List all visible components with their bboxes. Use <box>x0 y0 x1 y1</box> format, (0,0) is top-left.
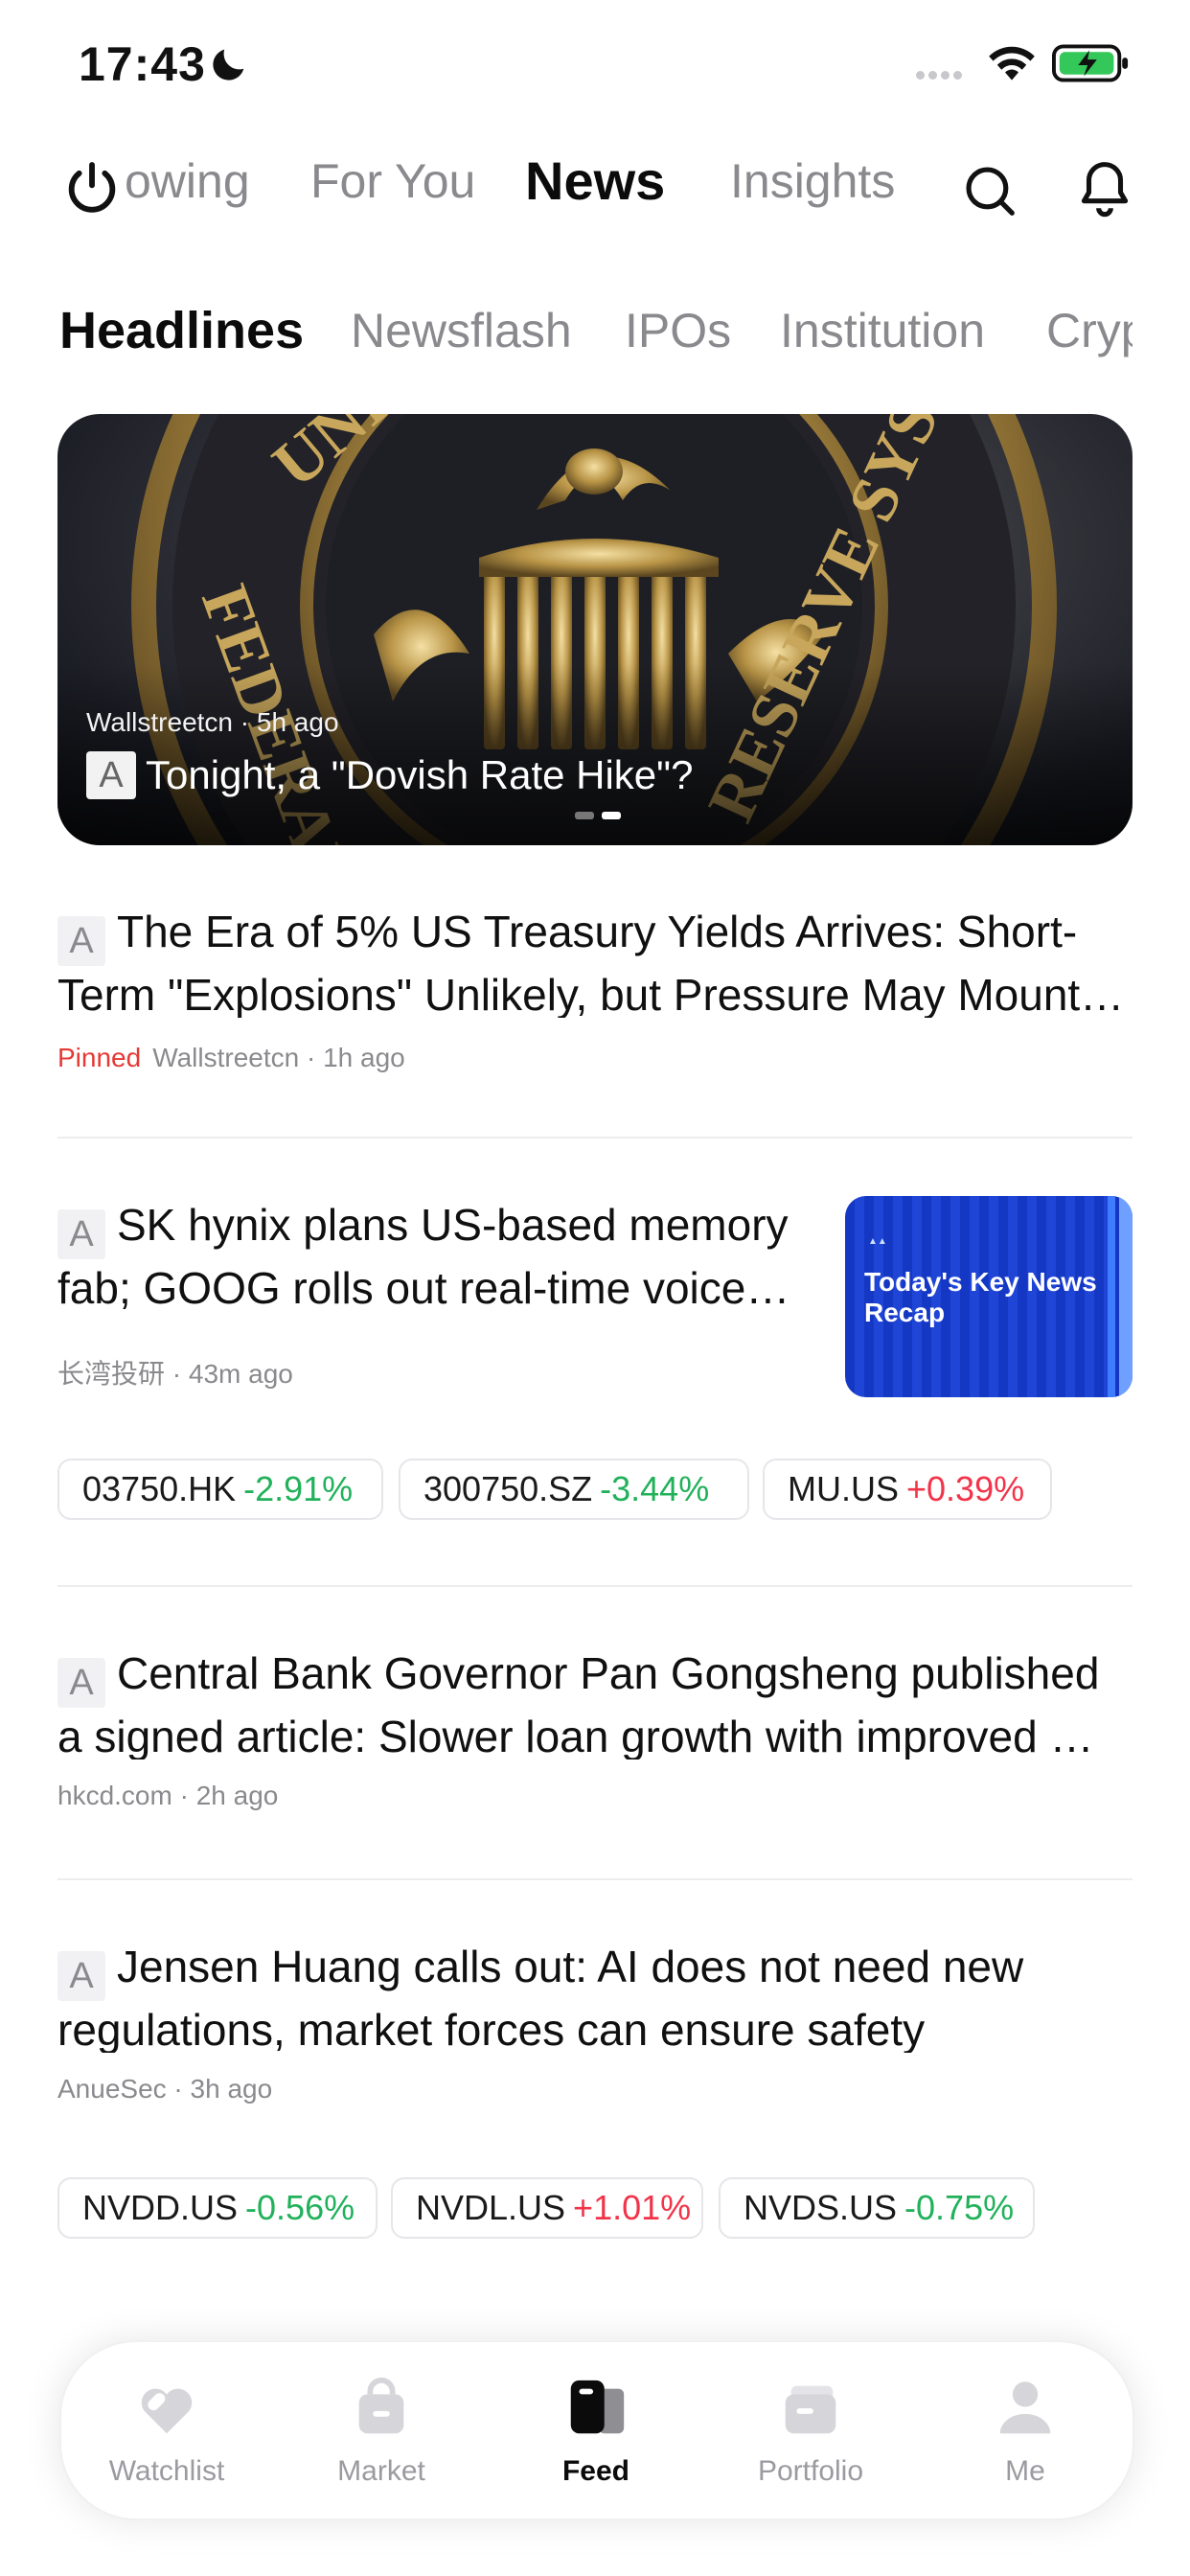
translate-badge: A <box>57 916 105 966</box>
stock-ticker: NVDL.US <box>416 2188 566 2227</box>
stock-change: -3.44% <box>600 1469 710 1508</box>
tab-label: Market <box>337 2455 425 2487</box>
feed-icon <box>570 2380 625 2434</box>
stock-chip[interactable]: NVDL.US +1.01% <box>391 2177 703 2239</box>
stock-ticker: NVDD.US <box>82 2188 239 2227</box>
article-title[interactable]: A SK hynix plans US-based memory fab; GOO… <box>57 1196 824 1311</box>
subtab-institution[interactable]: Institution <box>780 303 985 358</box>
translate-badge: A <box>57 1658 105 1708</box>
tab-label: Me <box>1005 2455 1045 2487</box>
stock-change: -2.91% <box>243 1469 354 1508</box>
stock-chip[interactable]: 03750.HK -2.91% <box>57 1459 383 1520</box>
stock-ticker: NVDS.US <box>744 2188 898 2227</box>
tab-feed[interactable]: Feed <box>519 2375 673 2488</box>
thumbnail-logo-icon: ▲▲ <box>868 1236 887 1247</box>
stock-ticker: 03750.HK <box>82 1469 237 1508</box>
heart-tag-icon <box>141 2388 193 2434</box>
tab-for-you[interactable]: For You <box>310 153 475 209</box>
article-source-time: 长湾投研 · 43m ago <box>57 1359 293 1389</box>
translate-badge: A <box>86 751 136 799</box>
article-title[interactable]: A Jensen Huang calls out: AI does not nee… <box>57 1938 1133 2053</box>
tab-insights[interactable]: Insights <box>730 153 895 209</box>
stock-chip[interactable]: NVDS.US -0.75% <box>719 2177 1035 2239</box>
stock-change: +1.01% <box>573 2188 692 2227</box>
article-title[interactable]: A The Era of 5% US Treasury Yields Arrive… <box>57 903 1133 1018</box>
hero-title-row: A Tonight, a "Dovish Rate Hike"? <box>86 751 693 799</box>
article-source-time: hkcd.com · 2h ago <box>57 1781 279 1810</box>
article-meta: Pinned Wallstreetcn · 1h ago <box>57 1043 1133 1073</box>
divider <box>57 1585 1133 1587</box>
bottom-tab-bar: Watchlist Market Feed Portfolio Me <box>59 2340 1134 2520</box>
cellular-signal-icon <box>916 67 966 84</box>
tab-label: Watchlist <box>108 2455 225 2487</box>
list-item[interactable]: A SK hynix plans US-based memory fab; GOO… <box>57 1196 824 1392</box>
divider <box>57 1878 1133 1880</box>
subtab-headlines[interactable]: Headlines <box>59 303 304 360</box>
sub-tabs: Headlines Newsflash IPOs Institution Cry… <box>59 303 1133 374</box>
wallet-icon <box>785 2385 836 2434</box>
stock-ticker: MU.US <box>788 1469 899 1508</box>
tab-following[interactable]: owing <box>125 153 250 209</box>
article-source-time: AnueSec · 3h ago <box>57 2074 273 2104</box>
article-title-text: The Era of 5% US Treasury Yields Arrives… <box>57 907 1125 1018</box>
stock-change: -0.75% <box>904 2188 1015 2227</box>
list-item[interactable]: A Central Bank Governor Pan Gongsheng pub… <box>57 1644 1133 1811</box>
subtab-crypto[interactable]: Cryp <box>1046 303 1133 358</box>
person-icon <box>999 2381 1051 2434</box>
shopping-bag-icon <box>358 2378 404 2434</box>
hero-title[interactable]: Tonight, a "Dovish Rate Hike"? <box>146 752 693 798</box>
stock-chip[interactable]: MU.US +0.39% <box>763 1459 1052 1520</box>
tab-label: Feed <box>561 2455 630 2487</box>
search-icon[interactable] <box>960 161 1019 220</box>
stock-chip[interactable]: 300750.SZ -3.44% <box>399 1459 749 1520</box>
translate-badge: A <box>57 1951 105 2001</box>
moon-icon <box>213 49 244 80</box>
article-title-text: Jensen Huang calls out: AI does not need… <box>57 1942 1024 2053</box>
list-item[interactable]: A Jensen Huang calls out: AI does not nee… <box>57 1938 1133 2104</box>
tab-watchlist[interactable]: Watchlist <box>90 2375 243 2488</box>
stock-chip[interactable]: NVDD.US -0.56% <box>57 2177 378 2239</box>
article-source-time: Wallstreetcn · 1h ago <box>152 1043 405 1072</box>
pinned-label: Pinned <box>57 1043 142 1072</box>
divider <box>57 1137 1133 1138</box>
carousel-indicator <box>575 807 629 824</box>
hero-banner[interactable]: UNITED STATES FEDERAL RESERVE SYSTEM Wal… <box>57 414 1133 845</box>
thumbnail-title: Today's Key News Recap <box>864 1267 1097 1327</box>
article-title[interactable]: A Central Bank Governor Pan Gongsheng pub… <box>57 1644 1133 1760</box>
stock-change: -0.56% <box>245 2188 355 2227</box>
subtab-newsflash[interactable]: Newsflash <box>351 303 572 358</box>
article-thumbnail[interactable]: ▲▲ Today's Key News Recap <box>845 1196 1133 1397</box>
tab-market[interactable]: Market <box>305 2375 458 2488</box>
subtab-ipos[interactable]: IPOs <box>625 303 731 358</box>
hero-meta: Wallstreetcn · 5h ago <box>86 707 339 737</box>
tab-label: Portfolio <box>757 2455 864 2487</box>
battery-charging-icon <box>1052 44 1129 82</box>
article-title-text: Central Bank Governor Pan Gongsheng publ… <box>57 1648 1100 1760</box>
translate-badge: A <box>57 1209 105 1259</box>
tab-portfolio[interactable]: Portfolio <box>734 2375 887 2488</box>
status-time: 17:43 <box>79 37 206 91</box>
top-nav: owing For You News Insights <box>61 150 924 226</box>
stock-ticker: 300750.SZ <box>423 1469 593 1508</box>
wifi-icon <box>989 46 1035 80</box>
list-item[interactable]: A The Era of 5% US Treasury Yields Arrive… <box>57 903 1133 1073</box>
article-title-text: SK hynix plans US-based memory fab; GOOG… <box>57 1200 790 1311</box>
stock-change: +0.39% <box>906 1469 1025 1508</box>
tab-me[interactable]: Me <box>949 2375 1102 2488</box>
bell-icon[interactable] <box>1075 157 1134 220</box>
tab-news[interactable]: News <box>525 150 665 212</box>
